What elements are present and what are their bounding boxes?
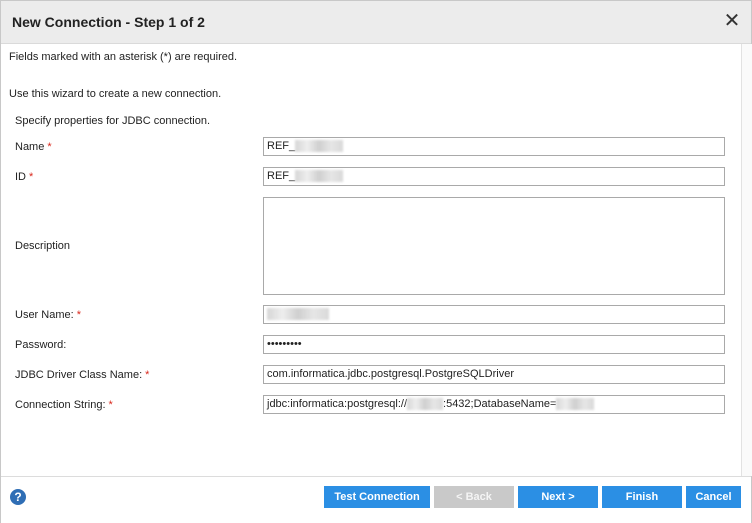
- connection-string-field[interactable]: jdbc:informatica:postgresql:// :5432;Data…: [263, 395, 725, 414]
- driver-label: JDBC Driver Class Name: *: [15, 369, 149, 381]
- id-field[interactable]: REF_: [263, 167, 725, 186]
- name-label-text: Name: [15, 141, 45, 153]
- connection-string-label: Connection String: *: [15, 399, 113, 411]
- redacted-text: [407, 398, 444, 411]
- section-note: Specify properties for JDBC connection.: [15, 115, 211, 127]
- password-label: Password:: [15, 339, 67, 351]
- redacted-text: [267, 308, 329, 321]
- cancel-button[interactable]: Cancel: [686, 486, 741, 508]
- required-asterisk: *: [29, 171, 34, 183]
- required-asterisk: *: [108, 399, 113, 411]
- description-label: Description: [15, 240, 71, 252]
- name-field[interactable]: REF_: [263, 137, 725, 156]
- next-button[interactable]: Next >: [518, 486, 598, 508]
- scrollbar-track[interactable]: [741, 44, 752, 476]
- description-field[interactable]: [263, 197, 725, 295]
- username-label-text: User Name:: [15, 309, 74, 321]
- username-label: User Name: *: [15, 309, 81, 321]
- help-icon[interactable]: ?: [10, 489, 26, 505]
- new-connection-dialog: New Connection - Step 1 of 2 ✕ Fields ma…: [0, 0, 752, 523]
- driver-label-text: JDBC Driver Class Name:: [15, 369, 143, 381]
- required-asterisk: *: [145, 369, 150, 381]
- finish-button[interactable]: Finish: [602, 486, 682, 508]
- password-field[interactable]: •••••••••: [263, 335, 725, 354]
- back-button[interactable]: < Back: [434, 486, 514, 508]
- close-icon[interactable]: ✕: [722, 10, 742, 32]
- connection-string-prefix: jdbc:informatica:postgresql://: [267, 398, 408, 410]
- name-field-value: REF_: [267, 140, 296, 152]
- required-asterisk: *: [76, 309, 81, 321]
- dialog-footer: ? Test Connection < Back Next > Finish C…: [1, 476, 751, 523]
- id-label: ID *: [15, 171, 33, 183]
- wizard-note: Use this wizard to create a new connecti…: [9, 88, 222, 100]
- id-field-value: REF_: [267, 170, 296, 182]
- redacted-text: [295, 170, 344, 183]
- redacted-text: [295, 140, 344, 153]
- username-field[interactable]: [263, 305, 725, 324]
- required-note: Fields marked with an asterisk (*) are r…: [9, 51, 238, 63]
- connection-string-label-text: Connection String:: [15, 399, 106, 411]
- name-label: Name *: [15, 141, 52, 153]
- required-asterisk: *: [47, 141, 52, 153]
- id-label-text: ID: [15, 171, 26, 183]
- connection-string-mid: :5432;DatabaseName=: [443, 398, 557, 410]
- dialog-titlebar: New Connection - Step 1 of 2 ✕: [1, 1, 751, 44]
- driver-class-field[interactable]: com.informatica.jdbc.postgresql.PostgreS…: [263, 365, 725, 384]
- redacted-text: [556, 398, 595, 411]
- dialog-title: New Connection - Step 1 of 2: [12, 14, 205, 30]
- test-connection-button[interactable]: Test Connection: [324, 486, 430, 508]
